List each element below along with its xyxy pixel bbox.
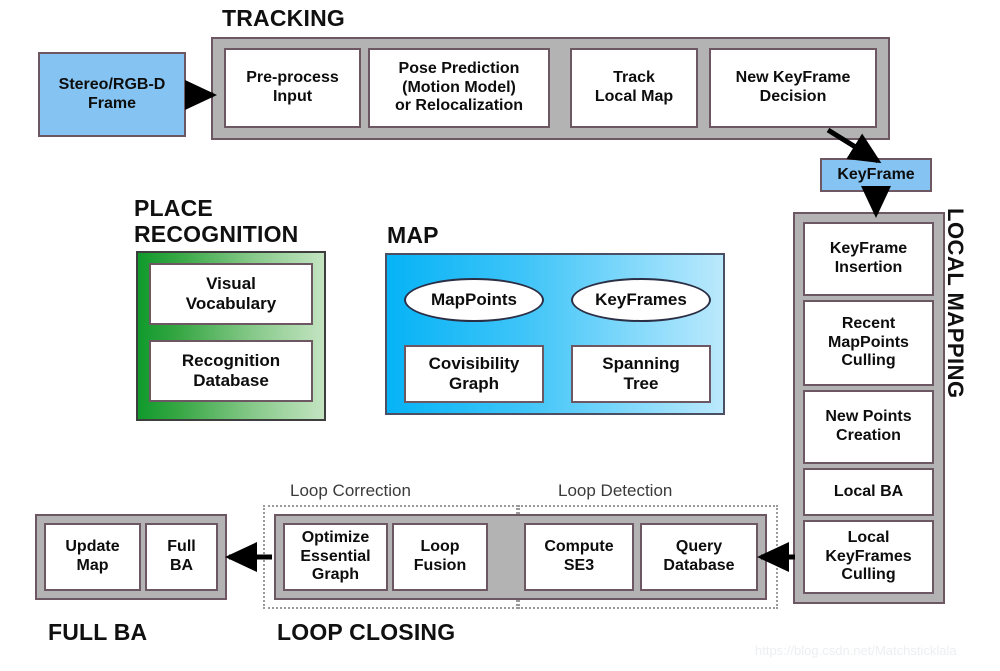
loop-closing-module-loop-fusion[interactable]: Loop Fusion	[392, 523, 488, 591]
full-ba-module-update-map[interactable]: Update Map	[44, 523, 141, 591]
map-ellipse-keyframes[interactable]: KeyFrames	[571, 278, 711, 322]
local-mapping-module-recent-mappoints-culling[interactable]: Recent MapPoints Culling	[803, 300, 934, 386]
place-recognition-title: PLACE RECOGNITION	[134, 195, 299, 247]
stereo-rgbd-frame-box[interactable]: Stereo/RGB-D Frame	[38, 52, 186, 137]
map-ellipse-mappoints[interactable]: MapPoints	[404, 278, 544, 322]
loop-closing-module-query-database[interactable]: Query Database	[640, 523, 758, 591]
full-ba-title: FULL BA	[48, 619, 148, 645]
local-mapping-module-keyframe-insertion[interactable]: KeyFrame Insertion	[803, 222, 934, 296]
loop-correction-group-label: Loop Correction	[290, 481, 411, 500]
local-mapping-module-new-points-creation[interactable]: New Points Creation	[803, 390, 934, 464]
loop-detection-group-label: Loop Detection	[558, 481, 673, 500]
place-recognition-module-recognition-database[interactable]: Recognition Database	[149, 340, 313, 402]
keyframe-box[interactable]: KeyFrame	[820, 158, 932, 192]
tracking-module-pre-process-input[interactable]: Pre-process Input	[224, 48, 361, 128]
map-module-spanning-tree[interactable]: Spanning Tree	[571, 345, 711, 403]
loop-closing-module-optimize-essential-graph[interactable]: Optimize Essential Graph	[283, 523, 388, 591]
orb-slam-diagram: TRACKING Stereo/RGB-D Frame Pre-process …	[0, 0, 1000, 671]
watermark-text: https://blog.csdn.net/Matchsticklala	[755, 643, 957, 658]
place-recognition-module-visual-vocabulary[interactable]: Visual Vocabulary	[149, 263, 313, 325]
map-title: MAP	[387, 222, 439, 248]
tracking-title: TRACKING	[222, 5, 345, 31]
local-mapping-module-local-keyframes-culling[interactable]: Local KeyFrames Culling	[803, 520, 934, 594]
loop-closing-title: LOOP CLOSING	[277, 619, 456, 645]
tracking-module-track-local-map[interactable]: Track Local Map	[570, 48, 698, 128]
map-module-covisibility-graph[interactable]: Covisibility Graph	[404, 345, 544, 403]
tracking-module-pose-prediction[interactable]: Pose Prediction (Motion Model) or Reloca…	[368, 48, 550, 128]
local-mapping-title: LOCAL MAPPING	[943, 208, 968, 399]
loop-closing-module-compute-se3[interactable]: Compute SE3	[524, 523, 634, 591]
full-ba-module-full-ba[interactable]: Full BA	[145, 523, 218, 591]
tracking-module-new-keyframe-decision[interactable]: New KeyFrame Decision	[709, 48, 877, 128]
local-mapping-module-local-ba[interactable]: Local BA	[803, 468, 934, 516]
